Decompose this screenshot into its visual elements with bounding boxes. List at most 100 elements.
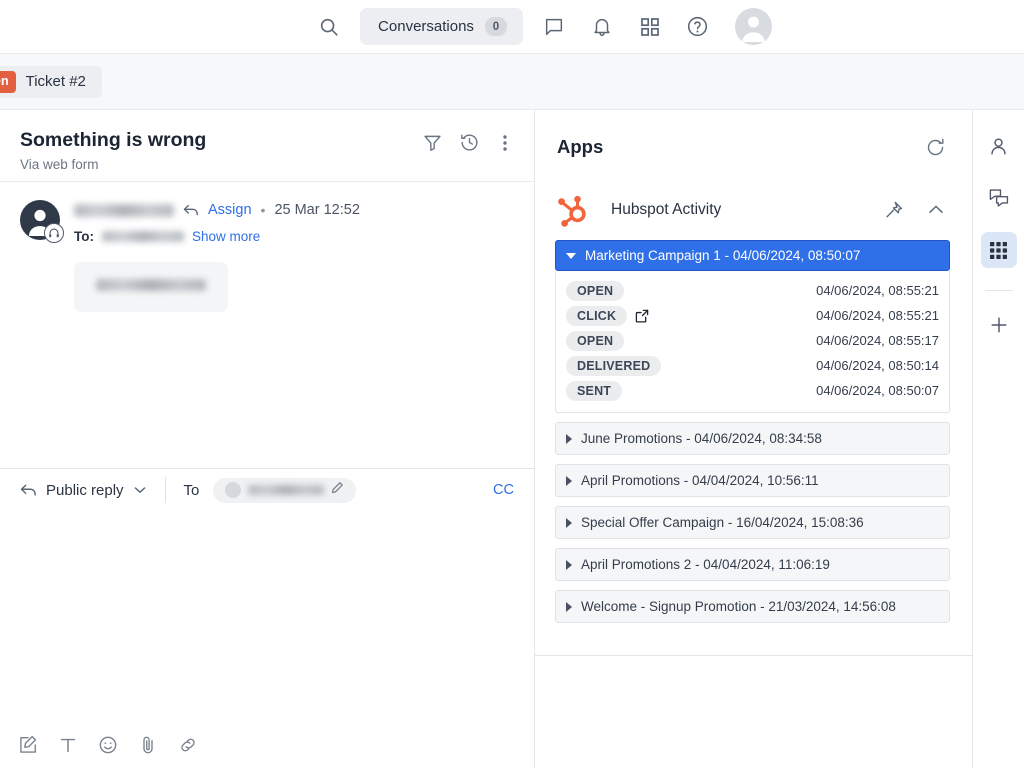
- event-row: OPEN 04/06/2024, 08:55:21: [566, 278, 939, 303]
- tab-strip: en Ticket #2: [0, 54, 1024, 110]
- top-bar: Conversations 0: [0, 0, 1024, 54]
- rail-item-apps[interactable]: [981, 232, 1017, 268]
- rail-add-button[interactable]: [981, 307, 1017, 343]
- campaign-row-collapsed[interactable]: April Promotions - 04/04/2024, 10:56:11: [555, 464, 950, 497]
- contact-person-icon: [988, 136, 1009, 157]
- recipient-chip[interactable]: [213, 478, 356, 503]
- event-type-badge: SENT: [566, 381, 622, 401]
- event-timestamp: 04/06/2024, 08:55:21: [816, 283, 939, 298]
- message-bubble: [74, 262, 228, 312]
- conversations-count-badge: 0: [485, 17, 507, 36]
- recipient-avatar: [225, 482, 241, 498]
- separator-dot: •: [261, 202, 266, 218]
- event-row: CLICK 04/06/2024, 08:55:21: [566, 303, 939, 328]
- apps-grid-icon: [989, 241, 1008, 260]
- event-type-badge: OPEN: [566, 281, 624, 301]
- hubspot-logo: [555, 190, 595, 230]
- paperclip-icon[interactable]: [138, 735, 158, 755]
- campaign-events: OPEN 04/06/2024, 08:55:21 CLICK 04/06/2024,…: [555, 271, 950, 413]
- to-label: To:: [74, 229, 94, 244]
- campaign-label: June Promotions - 04/06/2024, 08:34:58: [581, 431, 822, 446]
- user-avatar-icon: [735, 8, 772, 45]
- apps-panel-lower-area: [535, 656, 973, 768]
- campaign-label: Special Offer Campaign - 16/04/2024, 15:…: [581, 515, 864, 530]
- search-icon[interactable]: [312, 10, 346, 44]
- plus-icon: [988, 314, 1010, 336]
- campaign-row-collapsed[interactable]: Welcome - Signup Promotion - 21/03/2024,…: [555, 590, 950, 623]
- conversation-header: Something is wrong Via web form: [0, 110, 534, 182]
- reply-type-selector[interactable]: Public reply: [20, 482, 147, 499]
- conversations-label: Conversations: [378, 18, 474, 35]
- triangle-right-icon: [566, 518, 572, 528]
- user-avatar[interactable]: [735, 8, 772, 45]
- reply-type-label: Public reply: [46, 482, 124, 499]
- event-type-badge: CLICK: [566, 306, 627, 326]
- cc-link[interactable]: CC: [493, 482, 514, 498]
- emoji-icon[interactable]: [98, 735, 118, 755]
- campaign-list: Marketing Campaign 1 - 04/06/2024, 08:50…: [535, 230, 972, 623]
- event-row: OPEN04/06/2024, 08:55:17: [566, 328, 939, 353]
- rail-divider: [985, 290, 1013, 291]
- triangle-right-icon: [566, 560, 572, 570]
- event-type-badge: DELIVERED: [566, 356, 661, 376]
- message-header: Assign • 25 Mar 12:52 To: Show more: [0, 182, 534, 244]
- campaign-row-collapsed[interactable]: April Promotions 2 - 04/04/2024, 11:06:1…: [555, 548, 950, 581]
- conversations-tab[interactable]: Conversations 0: [360, 8, 523, 45]
- triangle-right-icon: [566, 476, 572, 486]
- history-icon[interactable]: [459, 132, 480, 153]
- message-body: [74, 262, 534, 312]
- event-type-badge: OPEN: [566, 331, 624, 351]
- composer-toolbar: [0, 722, 534, 768]
- message-text-redacted: [96, 279, 206, 291]
- chevron-up-icon[interactable]: [926, 200, 946, 220]
- headset-badge-icon: [44, 223, 64, 243]
- pin-icon[interactable]: [884, 200, 904, 220]
- chevron-down-icon: [133, 483, 147, 497]
- campaign-label: April Promotions - 04/04/2024, 10:56:11: [581, 473, 819, 488]
- event-timestamp: 04/06/2024, 08:50:07: [816, 383, 939, 398]
- refresh-icon[interactable]: [925, 137, 946, 158]
- divider: [165, 477, 166, 503]
- app-root: Conversations 0: [0, 0, 1024, 768]
- conversation-source: Via web form: [20, 157, 206, 172]
- recipient-redacted: [248, 485, 324, 495]
- apps-panel: Apps Hubspot Activit: [535, 110, 973, 656]
- filter-icon[interactable]: [422, 132, 443, 153]
- campaign-label: Welcome - Signup Promotion - 21/03/2024,…: [581, 599, 896, 614]
- composer-to-label: To: [184, 482, 200, 499]
- campaign-row-expanded[interactable]: Marketing Campaign 1 - 04/06/2024, 08:50…: [555, 240, 950, 271]
- campaign-label: April Promotions 2 - 04/04/2024, 11:06:1…: [581, 557, 830, 572]
- page-title: Something is wrong: [20, 128, 206, 152]
- campaign-row-collapsed[interactable]: June Promotions - 04/06/2024, 08:34:58: [555, 422, 950, 455]
- link-icon[interactable]: [178, 735, 198, 755]
- ticket-tab[interactable]: en Ticket #2: [0, 66, 102, 98]
- event-timestamp: 04/06/2024, 08:50:14: [816, 358, 939, 373]
- reply-arrow-icon: [20, 483, 37, 497]
- conversation-pane: Something is wrong Via web form: [0, 110, 535, 768]
- bell-icon[interactable]: [585, 10, 619, 44]
- show-more-link[interactable]: Show more: [192, 229, 260, 244]
- campaign-row-collapsed[interactable]: Special Offer Campaign - 16/04/2024, 15:…: [555, 506, 950, 539]
- chat-bubble-icon[interactable]: [537, 10, 571, 44]
- help-circle-icon[interactable]: [681, 10, 715, 44]
- app-integration-row: Hubspot Activity: [535, 190, 972, 230]
- triangle-down-icon: [566, 253, 576, 259]
- sender-name-redacted: [74, 204, 174, 217]
- text-format-icon[interactable]: [58, 735, 78, 755]
- more-vertical-icon[interactable]: [496, 133, 514, 153]
- triangle-right-icon: [566, 602, 572, 612]
- compose-icon[interactable]: [18, 735, 38, 755]
- campaign-label: Marketing Campaign 1 - 04/06/2024, 08:50…: [585, 248, 860, 263]
- rail-item-conversations[interactable]: [981, 180, 1017, 216]
- rail-item-contact[interactable]: [981, 128, 1017, 164]
- assign-link[interactable]: Assign: [208, 202, 252, 218]
- event-timestamp: 04/06/2024, 08:55:21: [816, 308, 939, 323]
- external-link-icon[interactable]: [635, 309, 649, 323]
- event-row: DELIVERED 04/06/2024, 08:50:14: [566, 353, 939, 378]
- event-row: SENT 04/06/2024, 08:50:07: [566, 378, 939, 403]
- recipient-name-redacted: [102, 231, 184, 242]
- app-integration-name: Hubspot Activity: [611, 201, 721, 219]
- triangle-right-icon: [566, 434, 572, 444]
- edit-pencil-icon[interactable]: [331, 481, 344, 499]
- grid-apps-icon[interactable]: [633, 10, 667, 44]
